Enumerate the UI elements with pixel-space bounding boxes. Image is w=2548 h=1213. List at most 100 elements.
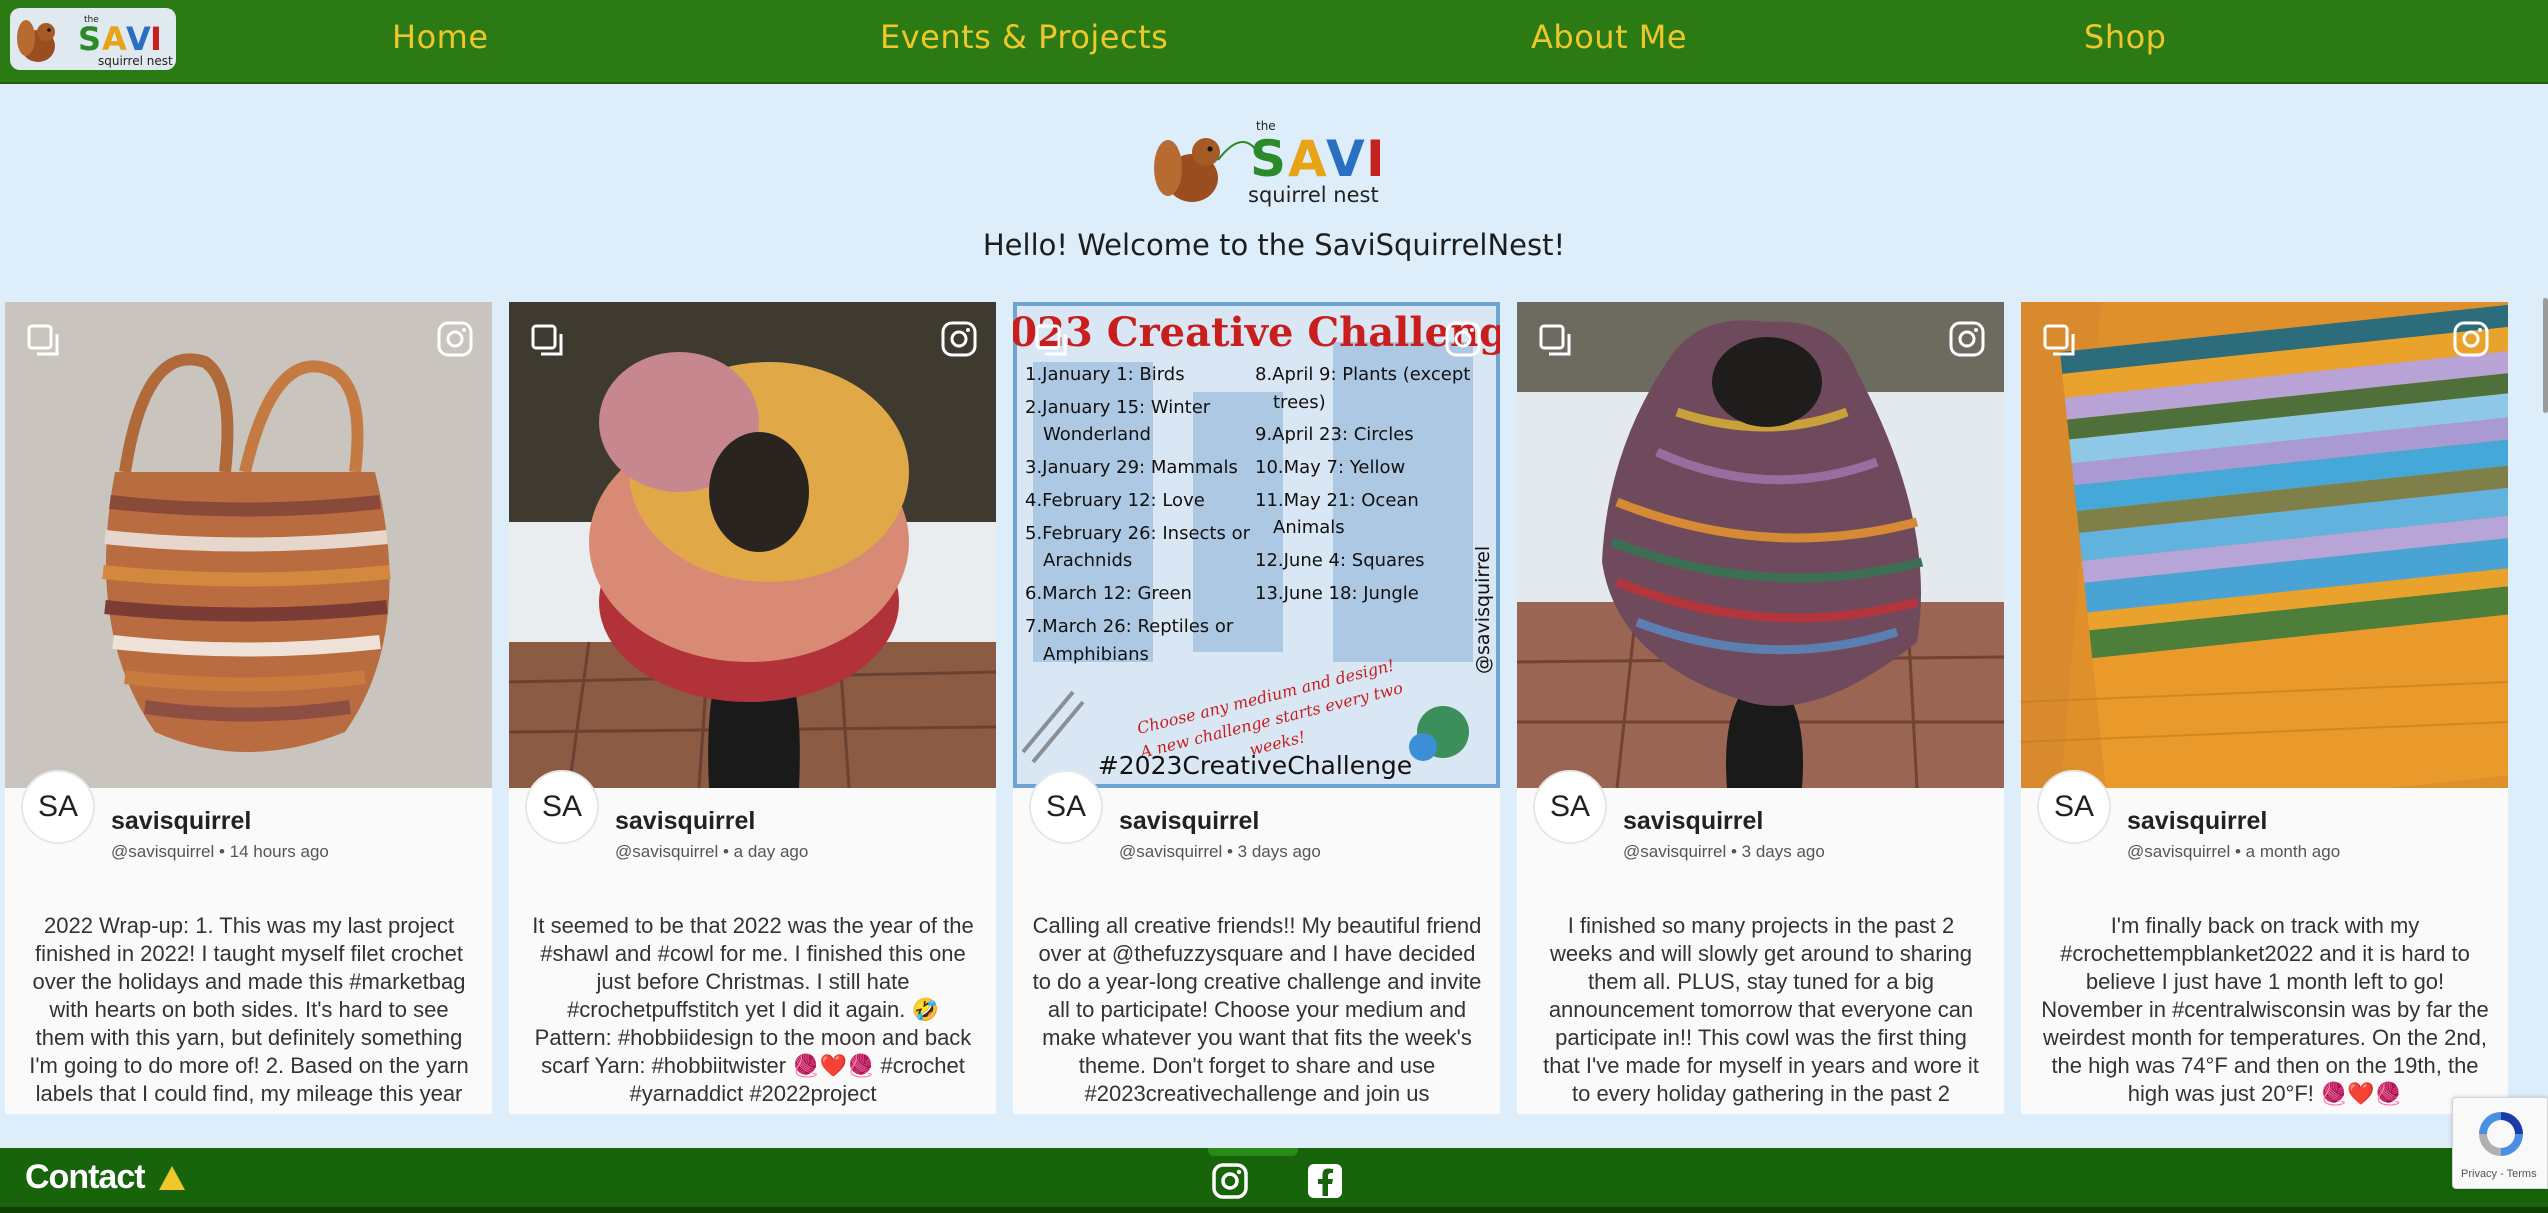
post-caption: I finished so many projects in the past … (1543, 913, 1979, 1106)
username[interactable]: savisquirrel (1623, 807, 1763, 836)
svg-text:9.April 23: Circles: 9.April 23: Circles (1255, 424, 1414, 445)
handle: @savisquirrel (111, 842, 215, 861)
svg-text:Animals: Animals (1273, 517, 1345, 538)
post-meta: @savisquirrel • a day ago (615, 842, 809, 861)
avatar[interactable]: SA (2037, 770, 2111, 844)
welcome-heading: Hello! Welcome to the SaviSquirrelNest! (982, 228, 1566, 262)
triangle-up-icon (158, 1165, 185, 1190)
svg-text:V: V (126, 20, 151, 58)
footer-tab-handle[interactable] (1208, 1148, 1298, 1156)
post-meta: @savisquirrel • 3 days ago (1623, 842, 1825, 861)
post-meta: @savisquirrel • a month ago (2127, 842, 2341, 861)
multiple-images-icon (27, 324, 59, 356)
contact-label: Contact (25, 1158, 146, 1196)
svg-text:@savisquirrel: @savisquirrel (1472, 546, 1494, 674)
username[interactable]: savisquirrel (615, 807, 755, 836)
svg-text:13.June 18: Jungle: 13.June 18: Jungle (1255, 583, 1419, 604)
svg-text:I: I (1366, 130, 1385, 188)
avatar[interactable]: SA (1533, 770, 1607, 844)
timestamp: 3 days ago (1237, 842, 1321, 861)
svg-text:A: A (1288, 130, 1327, 188)
post-card[interactable]: SA savisquirrel @savisquirrel • 14 hours… (5, 302, 492, 1114)
svg-text:squirrel nest: squirrel nest (98, 54, 173, 68)
post-image[interactable] (2021, 302, 2508, 788)
handle: @savisquirrel (1623, 842, 1727, 861)
instagram-icon[interactable] (1211, 1162, 1249, 1200)
instagram-icon[interactable] (436, 320, 474, 358)
multiple-images-icon (531, 324, 563, 356)
timestamp: 14 hours ago (229, 842, 329, 861)
svg-text:Wonderland: Wonderland (1043, 424, 1151, 445)
nav-logo[interactable]: the S A V I squirrel nest (10, 8, 176, 70)
svg-text:3.January 29: Mammals: 3.January 29: Mammals (1025, 457, 1238, 478)
post-caption: Calling all creative friends!! My beauti… (1032, 913, 1482, 1106)
creative-challenge-poster-icon: 2023 Creative Challenge 1.January 1: Bir… (1013, 302, 1500, 788)
instagram-icon[interactable] (940, 320, 978, 358)
post-caption: It seemed to be that 2022 was the year o… (532, 913, 974, 1106)
nav-about-me[interactable]: About Me (1531, 18, 1687, 56)
username[interactable]: savisquirrel (2127, 807, 2267, 836)
nav-home[interactable]: Home (392, 18, 489, 56)
avatar[interactable]: SA (525, 770, 599, 844)
recaptcha-icon (2479, 1112, 2523, 1156)
svg-text:Amphibians: Amphibians (1043, 644, 1149, 665)
post-image[interactable]: 2023 Creative Challenge 1.January 1: Bir… (1013, 302, 1500, 788)
timestamp: a month ago (2245, 842, 2341, 861)
svg-text:4.February 12: Love: 4.February 12: Love (1025, 490, 1205, 511)
post-card[interactable]: SA savisquirrel @savisquirrel • a month … (2021, 302, 2508, 1114)
post-card[interactable]: 2023 Creative Challenge 1.January 1: Bir… (1013, 302, 1500, 1114)
multiple-images-icon (1035, 324, 1067, 356)
multiple-images-icon (2043, 324, 2075, 356)
avatar[interactable]: SA (1029, 770, 1103, 844)
svg-text:S: S (1250, 130, 1286, 188)
multiple-images-icon (1539, 324, 1571, 356)
svg-text:1.January 1: Birds: 1.January 1: Birds (1025, 364, 1185, 385)
hero-logo: the S A V I squirrel nest (1146, 119, 1402, 210)
temperature-blanket-photo-icon (2021, 302, 2508, 788)
svg-text:10.May 7: Yellow: 10.May 7: Yellow (1255, 457, 1405, 478)
nav-events-projects[interactable]: Events & Projects (880, 18, 1168, 56)
post-card[interactable]: SA savisquirrel @savisquirrel • 3 days a… (1517, 302, 2004, 1114)
handle: @savisquirrel (1119, 842, 1223, 861)
username[interactable]: savisquirrel (1119, 807, 1259, 836)
username[interactable]: savisquirrel (111, 807, 251, 836)
post-image[interactable] (509, 302, 996, 788)
post-card[interactable]: SA savisquirrel @savisquirrel • a day ag… (509, 302, 996, 1114)
savi-logo-icon: the S A V I squirrel nest (17, 15, 173, 68)
facebook-icon[interactable] (1306, 1162, 1344, 1200)
svg-text:11.May 21: Ocean: 11.May 21: Ocean (1255, 490, 1419, 511)
svg-text:7.March 26: Reptiles or: 7.March 26: Reptiles or (1025, 616, 1234, 637)
svg-text:I: I (150, 20, 162, 58)
svg-text:trees): trees) (1273, 392, 1326, 413)
svg-text:2023 Creative Challenge: 2023 Creative Challenge (1013, 309, 1500, 356)
crochet-market-bag-photo-icon (5, 302, 492, 788)
svg-text:#2023CreativeChallenge: #2023CreativeChallenge (1098, 751, 1412, 780)
svg-text:2.January 15: Winter: 2.January 15: Winter (1025, 397, 1211, 418)
scrollbar-thumb[interactable] (2543, 298, 2548, 413)
instagram-feed: SA savisquirrel @savisquirrel • 14 hours… (0, 302, 2548, 1114)
post-image[interactable] (1517, 302, 2004, 788)
timestamp: a day ago (733, 842, 809, 861)
post-meta: @savisquirrel • 3 days ago (1119, 842, 1321, 861)
svg-text:Arachnids: Arachnids (1043, 550, 1132, 571)
post-caption: 2022 Wrap-up: 1. This was my last projec… (29, 913, 469, 1106)
svg-text:squirrel nest: squirrel nest (1248, 183, 1379, 207)
svg-text:8.April 9: Plants (except: 8.April 9: Plants (except (1255, 364, 1470, 385)
handle: @savisquirrel (2127, 842, 2231, 861)
instagram-icon[interactable] (2452, 320, 2490, 358)
recaptcha-badge[interactable]: Privacy - Terms (2452, 1097, 2548, 1189)
svg-text:V: V (1326, 130, 1365, 188)
recaptcha-links[interactable]: Privacy - Terms (2461, 1168, 2537, 1180)
top-nav: the S A V I squirrel nest Home Events & … (0, 0, 2548, 84)
footer: Contact (0, 1148, 2548, 1213)
instagram-icon[interactable] (1948, 320, 1986, 358)
post-image[interactable] (5, 302, 492, 788)
post-caption: I'm finally back on track with my #croch… (2041, 913, 2489, 1106)
svg-text:5.February 26: Insects or: 5.February 26: Insects or (1025, 523, 1251, 544)
savi-hero-logo-icon: the S A V I squirrel nest (1154, 119, 1385, 207)
avatar[interactable]: SA (21, 770, 95, 844)
nav-shop[interactable]: Shop (2084, 18, 2166, 56)
instagram-icon[interactable] (1444, 320, 1482, 358)
crochet-cowl-photo-icon (1517, 302, 2004, 788)
contact-toggle[interactable]: Contact (25, 1158, 187, 1197)
